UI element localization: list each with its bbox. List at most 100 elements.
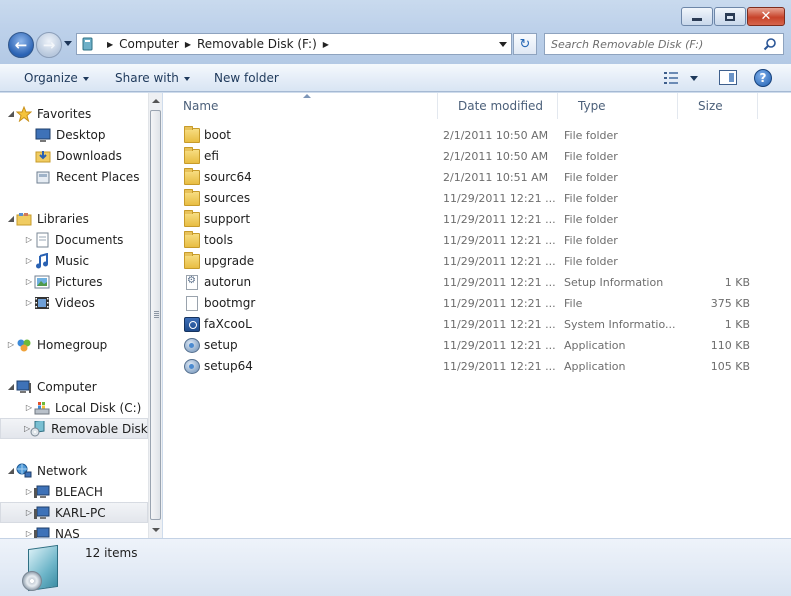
nav-network-label: Network xyxy=(37,463,88,478)
nav-computer[interactable]: ◢ Computer xyxy=(0,376,148,397)
file-type: File folder xyxy=(564,171,618,184)
maximize-button[interactable] xyxy=(714,7,746,26)
collapse-arrow-icon[interactable]: ◢ xyxy=(6,466,16,475)
change-view-icon[interactable] xyxy=(664,72,680,84)
expand-arrow-icon[interactable]: ▷ xyxy=(6,340,16,349)
column-header-type[interactable]: Type xyxy=(558,93,678,119)
nav-favorites[interactable]: ◢ Favorites xyxy=(0,103,148,124)
address-dropdown-icon[interactable] xyxy=(499,42,507,47)
file-row[interactable]: setup64 11/29/2011 12:21 ... Application… xyxy=(182,356,762,377)
expand-arrow-icon[interactable]: ▷ xyxy=(24,487,34,496)
nav-bleach[interactable]: ▷ BLEACH xyxy=(0,481,148,502)
file-date: 11/29/2011 12:21 ... xyxy=(443,255,556,268)
file-type: System Informatio... xyxy=(564,318,676,331)
nav-nas[interactable]: ▷ NAS xyxy=(0,523,148,538)
address-bar[interactable]: ▶ Computer ▶ Removable Disk (F:) ▶ xyxy=(76,33,512,55)
expand-arrow-icon[interactable]: ▷ xyxy=(24,256,34,265)
column-name-label: Name xyxy=(183,99,219,113)
file-row[interactable]: sources 11/29/2011 12:21 ... File folder xyxy=(182,188,762,209)
file-row[interactable]: faXcooL 11/29/2011 12:21 ... System Info… xyxy=(182,314,762,335)
file-row[interactable]: support 11/29/2011 12:21 ... File folder xyxy=(182,209,762,230)
nav-network[interactable]: ◢ Network xyxy=(0,460,148,481)
help-icon[interactable]: ? xyxy=(754,69,772,87)
file-size: 375 KB xyxy=(710,297,750,310)
breadcrumb-computer[interactable]: Computer xyxy=(119,37,179,51)
breadcrumb-removable-disk[interactable]: Removable Disk (F:) xyxy=(197,37,317,51)
setup-info-icon xyxy=(186,275,198,290)
column-header-name[interactable]: Name xyxy=(163,93,438,119)
file-row[interactable]: bootmgr 11/29/2011 12:21 ... File 375 KB xyxy=(182,293,762,314)
collapse-arrow-icon[interactable]: ◢ xyxy=(6,109,16,118)
search-box[interactable] xyxy=(544,33,784,55)
file-name: setup64 xyxy=(204,359,253,373)
search-icon[interactable] xyxy=(763,37,777,51)
close-button[interactable]: ✕ xyxy=(747,7,785,26)
nav-libraries[interactable]: ◢ Libraries xyxy=(0,208,148,229)
breadcrumb-separator-icon[interactable]: ▶ xyxy=(185,40,191,49)
nav-downloads[interactable]: Downloads xyxy=(0,145,148,166)
minimize-button[interactable] xyxy=(681,7,713,26)
recent-places-icon xyxy=(36,171,50,183)
nav-desktop-label: Desktop xyxy=(56,127,106,142)
nav-local-disk[interactable]: ▷ Local Disk (C:) xyxy=(0,397,148,418)
scroll-up-icon[interactable] xyxy=(152,99,160,103)
nav-documents[interactable]: ▷ Documents xyxy=(0,229,148,250)
back-button[interactable]: ← xyxy=(8,32,34,58)
expand-arrow-icon[interactable]: ▷ xyxy=(24,403,34,412)
nav-desktop[interactable]: Desktop xyxy=(0,124,148,145)
expand-arrow-icon[interactable]: ▷ xyxy=(24,298,34,307)
nav-bleach-label: BLEACH xyxy=(55,484,103,499)
refresh-button[interactable]: ↻ xyxy=(513,33,537,55)
file-type: Application xyxy=(564,360,626,373)
nav-removable-disk[interactable]: ▷ Removable Disk ( xyxy=(0,418,148,439)
file-row[interactable]: setup 11/29/2011 12:21 ... Application 1… xyxy=(182,335,762,356)
expand-arrow-icon[interactable]: ▷ xyxy=(24,529,34,538)
breadcrumb-separator-icon[interactable]: ▶ xyxy=(107,40,113,49)
window-chrome: ✕ ← → ▶ Computer ▶ Removable Disk (F:) ▶… xyxy=(0,0,791,64)
back-arrow-icon: ← xyxy=(14,35,28,54)
file-name: tools xyxy=(204,233,233,247)
folder-icon xyxy=(184,168,200,185)
nav-music-label: Music xyxy=(55,253,90,268)
file-row[interactable]: tools 11/29/2011 12:21 ... File folder xyxy=(182,230,762,251)
forward-button[interactable]: → xyxy=(36,32,62,58)
file-row[interactable]: upgrade 11/29/2011 12:21 ... File folder xyxy=(182,251,762,272)
nav-homegroup[interactable]: ▷ Homegroup xyxy=(0,334,148,355)
nav-music[interactable]: ▷ Music xyxy=(0,250,148,271)
file-row[interactable]: efi 2/1/2011 10:50 AM File folder xyxy=(182,146,762,167)
file-row[interactable]: autorun 11/29/2011 12:21 ... Setup Infor… xyxy=(182,272,762,293)
nav-nas-label: NAS xyxy=(55,526,80,539)
system-info-icon xyxy=(184,317,200,332)
nav-pictures[interactable]: ▷ Pictures xyxy=(0,271,148,292)
search-input[interactable] xyxy=(551,37,761,51)
nav-videos[interactable]: ▷ Videos xyxy=(0,292,148,313)
view-options-dropdown-icon[interactable] xyxy=(690,76,698,81)
minimize-icon xyxy=(692,18,702,21)
file-type: File folder xyxy=(564,129,618,142)
nav-recent-places[interactable]: Recent Places xyxy=(0,166,148,187)
column-header-size[interactable]: Size xyxy=(678,93,758,119)
scroll-down-icon[interactable] xyxy=(152,528,160,532)
collapse-arrow-icon[interactable]: ◢ xyxy=(6,382,16,391)
expand-arrow-icon[interactable]: ▷ xyxy=(24,235,34,244)
breadcrumb-separator-icon[interactable]: ▶ xyxy=(323,40,329,49)
organize-button[interactable]: Organize xyxy=(24,71,89,85)
file-row[interactable]: sourc64 2/1/2011 10:51 AM File folder xyxy=(182,167,762,188)
file-row[interactable]: boot 2/1/2011 10:50 AM File folder xyxy=(182,125,762,146)
share-with-button[interactable]: Share with xyxy=(115,71,190,85)
file-type: Setup Information xyxy=(564,276,664,289)
navigation-scrollbar[interactable] xyxy=(148,93,162,538)
expand-arrow-icon[interactable]: ▷ xyxy=(24,508,34,517)
preview-pane-icon[interactable] xyxy=(719,70,737,85)
collapse-arrow-icon[interactable]: ◢ xyxy=(6,214,16,223)
recent-pages-dropdown[interactable] xyxy=(64,41,72,46)
column-header-date-modified[interactable]: Date modified xyxy=(438,93,558,119)
computer-icon xyxy=(16,380,31,393)
nav-karl-pc-label: KARL-PC xyxy=(55,505,106,520)
expand-arrow-icon[interactable]: ▷ xyxy=(24,277,34,286)
new-folder-button[interactable]: New folder xyxy=(214,71,279,85)
scrollbar-thumb[interactable] xyxy=(150,110,161,520)
file-type: File folder xyxy=(564,234,618,247)
forward-arrow-icon: → xyxy=(42,35,56,54)
nav-karl-pc[interactable]: ▷ KARL-PC xyxy=(0,502,148,523)
